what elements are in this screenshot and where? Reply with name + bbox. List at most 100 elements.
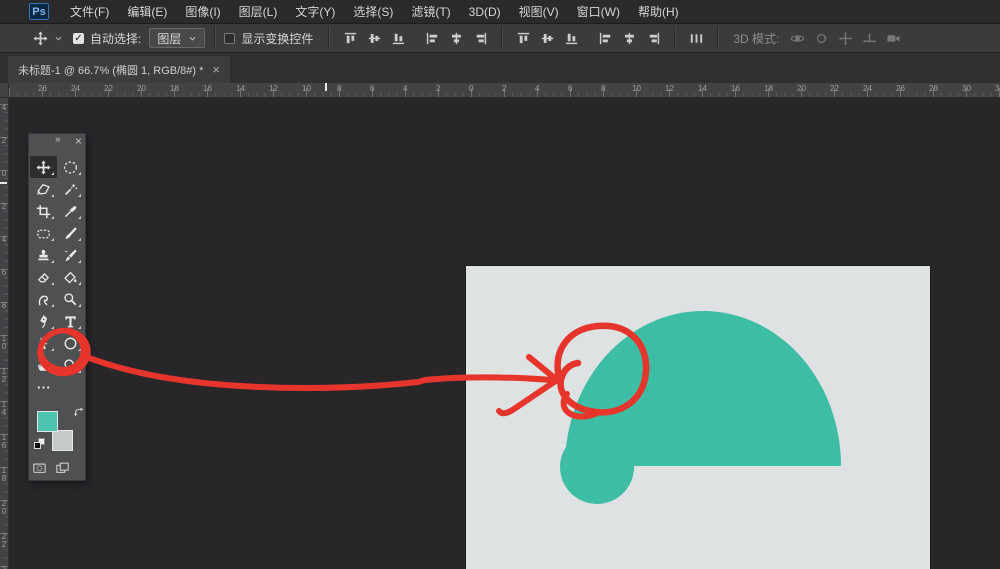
clone-stamp-tool[interactable] [30, 244, 57, 266]
menu: 文件(F)编辑(E)图像(I)图层(L)文字(Y)选择(S)滤镜(T)3D(D)… [61, 0, 688, 24]
ruler-label: 8 [337, 84, 341, 93]
quick-mask-mode-button[interactable] [32, 461, 47, 475]
ellipse-tool[interactable] [57, 332, 84, 354]
document-tab[interactable]: 未标题-1 @ 66.7% (椭圆 1, RGB/8#) * × [8, 56, 230, 83]
eyedropper-tool[interactable] [57, 200, 84, 222]
ellipse-layer-shape [560, 430, 634, 504]
menu-bar: Ps 文件(F)编辑(E)图像(I)图层(L)文字(Y)选择(S)滤镜(T)3D… [0, 0, 1000, 24]
3d-slide-icon [862, 31, 877, 46]
swap-colors-icon[interactable] [73, 406, 85, 418]
patch-tool[interactable] [30, 222, 57, 244]
edit-toolbar[interactable] [30, 376, 57, 398]
ruler-label: 26 [38, 84, 47, 93]
chevron-down-icon [54, 34, 63, 43]
ruler-label: 4 [535, 84, 539, 93]
menu-item-9[interactable]: 窗口(W) [568, 0, 629, 24]
ruler-label: 30 [962, 84, 971, 93]
ruler-label: 10 [632, 84, 641, 93]
menu-item-8[interactable]: 视图(V) [510, 0, 568, 24]
separator [328, 27, 329, 49]
canvas-document[interactable] [466, 266, 930, 569]
distribute-left-edges-button[interactable] [598, 31, 613, 46]
crop-icon [36, 204, 51, 219]
smudge-tool[interactable] [30, 288, 57, 310]
distribute-bottom-edges-button[interactable] [564, 31, 579, 46]
default-foreground-swatch[interactable] [34, 442, 41, 449]
ruler-label: 18 [0, 467, 8, 482]
crop-tool[interactable] [30, 200, 57, 222]
ruler-label: 0 [469, 84, 473, 93]
tool-preset-picker[interactable] [33, 31, 63, 46]
auto-select-checkbox[interactable]: ✓ [73, 33, 84, 44]
ruler-label: 14 [0, 401, 8, 416]
tools-panel-bottom [29, 461, 85, 477]
photoshop-window: Ps 文件(F)编辑(E)图像(I)图层(L)文字(Y)选择(S)滤镜(T)3D… [0, 0, 1000, 569]
3d-roll-icon [814, 31, 829, 46]
type-tool[interactable] [57, 310, 84, 332]
ruler-label: 6 [370, 84, 374, 93]
ruler-label: 10 [0, 335, 8, 350]
marquee-icon [63, 160, 78, 175]
menu-item-3[interactable]: 图层(L) [230, 0, 287, 24]
menu-item-5[interactable]: 选择(S) [344, 0, 402, 24]
distribute-top-edges-button[interactable] [516, 31, 531, 46]
show-transform-checkbox[interactable] [224, 33, 235, 44]
elliptical-marquee-tool[interactable] [57, 156, 84, 178]
magic-wand-tool[interactable] [57, 178, 84, 200]
screen-mode-button[interactable] [55, 461, 70, 475]
background-color-swatch[interactable] [52, 430, 73, 451]
ruler-label: 28 [929, 84, 938, 93]
canvas-shapes [466, 266, 930, 569]
tool-grid [30, 156, 84, 398]
eyedropper-icon [63, 204, 78, 219]
menu-item-4[interactable]: 文字(Y) [286, 0, 344, 24]
align-vertical-centers-button[interactable] [367, 31, 382, 46]
move-tool[interactable] [30, 156, 57, 178]
distribute-right-edges-button[interactable] [646, 31, 661, 46]
workspace [0, 98, 1000, 569]
brush-icon [63, 226, 78, 241]
ruler-label: 8 [601, 84, 605, 93]
ruler-label: 24 [863, 84, 872, 93]
photoshop-logo: Ps [29, 3, 49, 20]
menu-item-10[interactable]: 帮助(H) [629, 0, 688, 24]
auto-select-dropdown[interactable]: 图层 [149, 28, 205, 48]
ruler-label: 0 [0, 170, 8, 178]
menu-item-7[interactable]: 3D(D) [460, 0, 510, 24]
menu-item-1[interactable]: 编辑(E) [118, 0, 176, 24]
auto-select-value: 图层 [157, 30, 181, 47]
eraser-tool[interactable] [30, 266, 57, 288]
path-selection-tool[interactable] [30, 332, 57, 354]
brush-tool[interactable] [57, 222, 84, 244]
patch-icon [36, 226, 51, 241]
distribute-vertical-centers-button[interactable] [540, 31, 555, 46]
ruler-label: 2 [436, 84, 440, 93]
align-right-edges-button[interactable] [473, 31, 488, 46]
align-horizontal-centers-button[interactable] [449, 31, 464, 46]
menu-item-2[interactable]: 图像(I) [176, 0, 229, 24]
menu-item-0[interactable]: 文件(F) [61, 0, 118, 24]
align-bottom-edges-button[interactable] [391, 31, 406, 46]
artbrush-icon [63, 248, 78, 263]
align-left-edges-button[interactable] [425, 31, 440, 46]
paint-bucket-tool[interactable] [57, 266, 84, 288]
ruler-label: 22 [0, 533, 8, 548]
distribute-horizontal-centers-button[interactable] [622, 31, 637, 46]
close-panel-icon[interactable]: × [75, 135, 82, 147]
tab-close-icon[interactable]: × [212, 63, 220, 76]
pen-tool[interactable] [30, 310, 57, 332]
history-brush-tool[interactable] [57, 244, 84, 266]
hand-tool[interactable] [30, 354, 57, 376]
distribute-spacing-button[interactable] [689, 31, 704, 46]
ruler-label: 8 [0, 302, 8, 310]
menu-item-6[interactable]: 滤镜(T) [402, 0, 459, 24]
dodge-tool[interactable] [57, 288, 84, 310]
collapse-panel-icon[interactable]: » [55, 134, 62, 145]
eraser-icon [36, 270, 51, 285]
tools-panel-header: » × [29, 134, 85, 150]
zoom-tool[interactable] [57, 354, 84, 376]
lasso-tool[interactable] [30, 178, 57, 200]
hand-icon [36, 358, 51, 373]
align-top-edges-button[interactable] [343, 31, 358, 46]
foreground-color-swatch[interactable] [37, 411, 58, 432]
